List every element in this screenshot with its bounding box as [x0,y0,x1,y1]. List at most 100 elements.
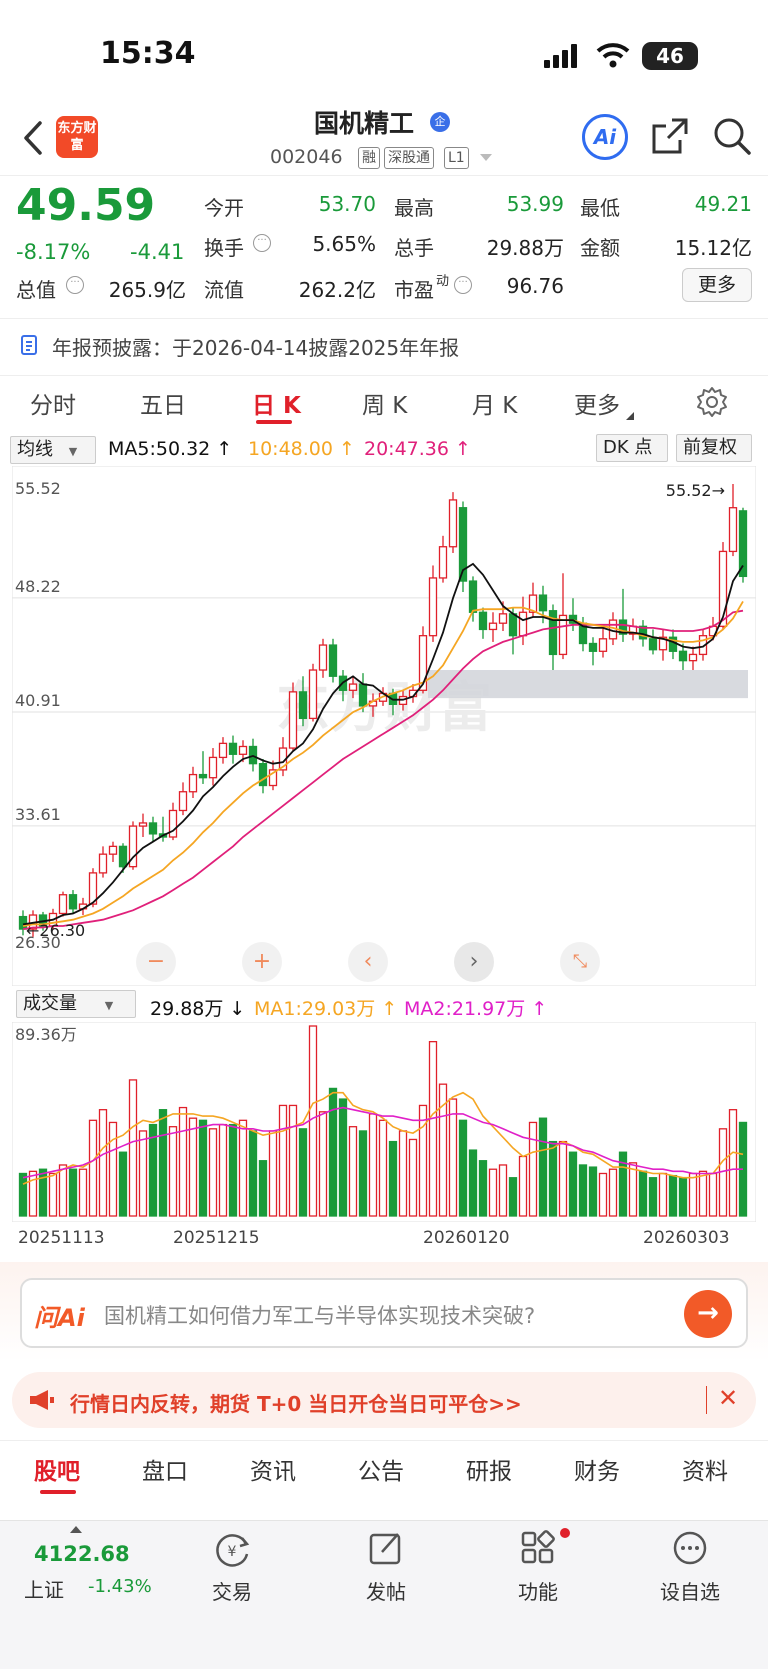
scroll-left-button[interactable]: ‹ [348,942,388,982]
volume-bar [268,1130,278,1217]
tab-more[interactable]: 更多 [574,386,620,420]
indicator-select-label: 均线 [17,439,53,460]
tab-news[interactable]: 资讯 [250,1452,296,1486]
candlestick-chart[interactable]: 55.5248.2240.9133.6126.30东方财富55.52→←26.3… [12,466,756,986]
low-label: 最低 [580,196,620,220]
more-info-icon[interactable]: ··· [66,276,84,294]
candle-body [428,577,438,637]
candle-body [118,845,128,868]
dk-point-button[interactable]: DK 点 [596,434,668,462]
promo-text: 行情日内反转，期货 T+0 当日开仓当日可平仓>> [70,1392,522,1416]
status-time: 15:34 [100,36,196,71]
candle-body [58,894,68,915]
trade-label[interactable]: 交易 [182,1576,282,1605]
more-options-icon[interactable] [672,1530,708,1566]
candle-body [488,622,498,631]
volume-bar [508,1177,518,1217]
stock-name: 国机精工 [314,109,415,138]
more-quote-button[interactable]: 更多 [682,268,752,302]
scroll-right-button[interactable]: › [454,942,494,982]
indicator-select[interactable]: 均线 ▼ [10,436,96,464]
tab-monthly-k[interactable]: 月 K [472,386,517,420]
volume-bar [28,1170,38,1217]
amount-value: 15.12亿 [674,236,752,260]
open-label: 今开 [204,196,244,220]
volume-bar [648,1177,658,1217]
tab-intraday[interactable]: 分时 [30,386,76,420]
functions-grid-icon[interactable] [520,1530,556,1566]
share-icon[interactable] [650,116,690,156]
volume-bar [418,1104,428,1217]
amount-label: 金额 [580,236,620,260]
zoom-in-button[interactable]: + [242,942,282,982]
volume-bar [178,1106,188,1217]
volume-bar [348,1126,358,1217]
volume-bar [498,1164,508,1217]
tab-research[interactable]: 研报 [466,1452,512,1486]
support-band [428,670,748,699]
active-tab-indicator [256,420,292,424]
fullscreen-icon[interactable]: ⤡ [560,942,600,982]
compose-icon[interactable] [368,1530,404,1566]
volume-bar [188,1117,198,1217]
volume-bar [538,1117,548,1217]
index-name: 上证 [24,1578,64,1602]
tab-order-book[interactable]: 盘口 [142,1452,188,1486]
index-change: -1.43% [88,1576,152,1597]
volume-bar [48,1172,58,1217]
tab-five-day[interactable]: 五日 [140,386,186,420]
candle-body [558,614,568,656]
candle-body [238,745,248,755]
adjust-mode-button[interactable]: 前复权 [676,434,752,462]
volume-bar [668,1174,678,1217]
tab-daily-k[interactable]: 日 K [252,386,301,420]
volume-chart[interactable]: 89.36万 [12,1022,756,1222]
close-icon[interactable]: ✕ [718,1384,738,1412]
trade-icon[interactable]: ¥ [212,1530,252,1570]
ma10-value: 10:48.00 ↑ [248,438,355,460]
y-tick-label: 33.61 [15,805,61,824]
high-label: 最高 [394,196,434,220]
tab-forum[interactable]: 股吧 [34,1452,80,1486]
level-tag: L1 [444,147,469,169]
corner-arrow-icon [626,412,634,420]
dropdown-arrow-icon: ▼ [68,445,78,458]
more-info-icon[interactable]: ··· [454,276,472,294]
tab-profile[interactable]: 资料 [682,1452,728,1486]
chevron-down-icon[interactable] [480,154,492,162]
volume-bar [568,1151,578,1217]
change-amount: -4.41 [130,240,185,264]
volume-bar [278,1104,288,1217]
app-logo: 东方财富 [56,116,98,158]
post-label[interactable]: 发帖 [336,1576,436,1605]
expand-up-icon[interactable] [70,1526,82,1533]
index-value[interactable]: 4122.68 [34,1542,130,1566]
ask-ai-question[interactable]: 国机精工如何借力军工与半导体实现技术突破? [104,1300,535,1330]
volume-bar [548,1140,558,1217]
settings-icon[interactable] [696,386,728,418]
ai-assistant-button[interactable]: Ai [582,114,628,160]
volume-bar [628,1162,638,1217]
volume-indicator-select[interactable]: 成交量 ▼ [16,990,136,1018]
volume-value: 29.88万 [486,236,564,260]
send-arrow-icon[interactable]: → [684,1290,732,1338]
volume-bar [68,1168,78,1217]
volume-bar [428,1040,438,1217]
back-arrow-icon[interactable] [22,120,44,156]
functions-label[interactable]: 功能 [488,1576,588,1605]
tab-weekly-k[interactable]: 周 K [362,386,407,420]
tab-finance[interactable]: 财务 [574,1452,620,1486]
tab-announcements[interactable]: 公告 [358,1452,404,1486]
search-icon[interactable] [712,116,752,156]
adjust-mode-label: 前复权 [683,437,737,458]
x-tick-label: 20260303 [643,1228,730,1248]
volume-bar [88,1119,98,1217]
min-price-marker: ←26.30 [26,921,85,940]
zoom-out-button[interactable]: − [136,942,176,982]
dropdown-arrow-icon: ▼ [104,999,114,1012]
pe-superscript: 动 [436,274,450,289]
add-watchlist-label[interactable]: 设自选 [640,1576,740,1605]
volume-bar [688,1172,698,1217]
candle-body [168,809,178,838]
more-info-icon[interactable]: ··· [253,234,271,252]
